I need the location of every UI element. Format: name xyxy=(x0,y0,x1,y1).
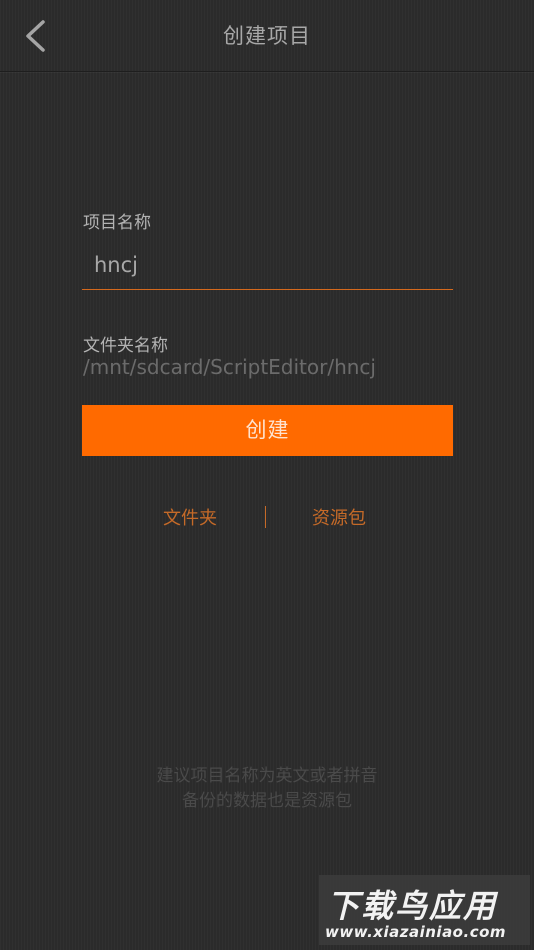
watermark-logo: 下载鸟应用 www.xiazainiao.com xyxy=(319,875,530,945)
page-title: 创建项目 xyxy=(223,24,311,48)
top-bar: 创建项目 xyxy=(0,0,534,72)
watermark-url: www.xiazainiao.com xyxy=(325,923,507,941)
folder-path-text: /mnt/sdcard/ScriptEditor/hncj xyxy=(83,355,376,379)
watermark-title: 下载鸟应用 xyxy=(327,887,498,925)
folder-tab[interactable]: 文件夹 xyxy=(163,504,217,530)
hint-text-line2: 备份的数据也是资源包 xyxy=(182,791,352,811)
hint-text-line1: 建议项目名称为英文或者拼音 xyxy=(156,766,378,786)
project-name-input[interactable] xyxy=(82,240,453,290)
project-name-label: 项目名称 xyxy=(83,213,151,233)
folder-name-label: 文件夹名称 xyxy=(83,336,168,356)
tab-divider xyxy=(265,506,266,528)
create-button[interactable]: 创建 xyxy=(82,405,453,456)
package-tab[interactable]: 资源包 xyxy=(312,504,366,530)
